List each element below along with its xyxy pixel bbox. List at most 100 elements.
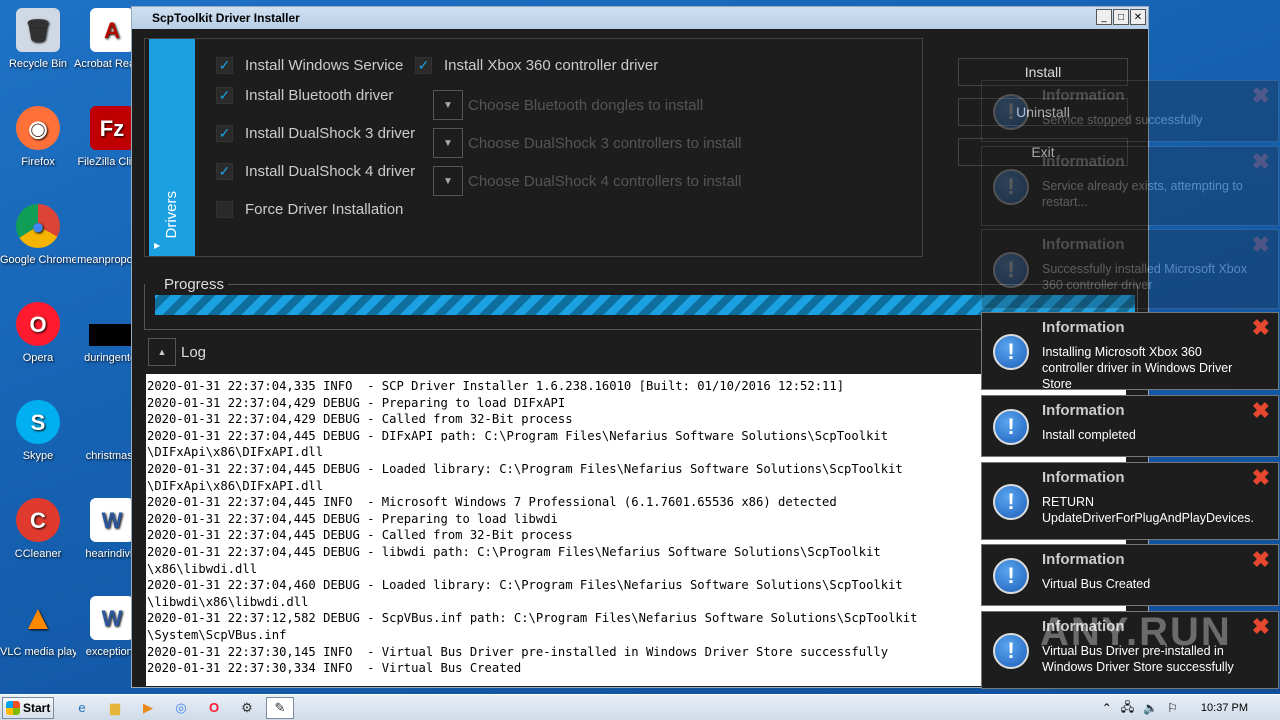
collapse-log-button[interactable]: ▲ [148,338,176,366]
notification-message: Installing Microsoft Xbox 360 controller… [1042,345,1233,391]
ccleaner-icon: C [16,498,60,542]
checkbox-install-bluetooth-driver[interactable]: ✓ Install Bluetooth driver [216,87,393,104]
chevron-down-icon[interactable]: ▼ [433,128,463,158]
desktop-icon-firefox[interactable]: ◉ Firefox [0,106,76,169]
checkbox-install-ds3-driver[interactable]: ✓ Install DualShock 3 driver [216,125,415,142]
log-line: \x86\libwdi.dll [147,561,258,576]
log-line: 2020-01-31 22:37:04,429 DEBUG - Preparin… [147,395,566,410]
close-icon[interactable]: ✖ [1252,234,1270,256]
notification-title: Information [1042,236,1125,253]
desktop-icon-chrome[interactable]: ● Google Chrome [0,204,76,267]
notification-message: Virtual Bus Created [1042,577,1151,591]
notification-toast[interactable]: ! Information Installing Microsoft Xbox 36… [981,312,1279,391]
word-doc-icon: W [90,498,134,542]
word-doc-icon: W [90,596,134,640]
dropdown-ds4-controllers[interactable]: ▼ Choose DualShock 4 controllers to inst… [433,166,741,196]
log-line: 2020-01-31 22:37:30,334 INFO - Virtual B… [147,661,522,676]
opera-icon[interactable]: O [200,697,228,719]
start-button[interactable]: Start [2,696,54,719]
close-icon[interactable]: ✖ [1252,616,1270,638]
info-icon: ! [993,252,1029,288]
close-icon[interactable]: ✖ [1252,317,1270,339]
notification-toast[interactable]: ! Information Virtual Bus Created ✖ [981,544,1279,606]
file-icon [90,204,134,248]
log-line: 2020-01-31 22:37:04,445 INFO - Microsoft… [147,495,837,510]
checkbox-force-driver-installation[interactable]: Force Driver Installation [216,201,403,218]
checkmark-icon: ✓ [216,57,233,74]
checkbox-install-xbox360-driver[interactable]: ✓ Install Xbox 360 controller driver [415,57,658,74]
scptoolkit-icon[interactable]: ⚙ [233,697,261,719]
vlc-icon: ▲ [21,598,55,637]
notification-toast[interactable]: ! Information Successfully installed Micro… [981,229,1279,309]
maximize-button[interactable]: □ [1113,9,1129,25]
explorer-icon[interactable]: ▆ [101,697,129,719]
desktop-icon-recycle-bin[interactable]: 🗑 Recycle Bin [0,8,76,71]
watermark: ANY.RUN [1040,610,1232,654]
log-line: 2020-01-31 22:37:30,145 INFO - Virtual B… [147,644,889,659]
unchecked-box [216,201,233,218]
file-icon [90,400,134,444]
notification-toast[interactable]: ! Information RETURN UpdateDriverForPlugAn… [981,462,1279,540]
info-icon: ! [993,334,1029,370]
opera-icon: O [16,302,60,346]
checkmark-icon: ✓ [216,87,233,104]
log-line: 2020-01-31 22:37:04,445 DEBUG - Loaded l… [147,461,903,476]
notification-message: RETURN UpdateDriverForPlugAndPlayDevices… [1042,495,1254,525]
checkbox-install-windows-service[interactable]: ✓ Install Windows Service [216,57,403,74]
log-line: 2020-01-31 22:37:04,429 DEBUG - Called f… [147,412,573,427]
chevron-down-icon[interactable]: ▼ [433,166,463,196]
notification-message: Service stopped successfully [1042,113,1203,127]
log-textbox[interactable]: 2020-01-31 22:37:04,335 INFO - SCP Drive… [146,374,1126,686]
desktop-icon-ccleaner[interactable]: C CCleaner [0,498,76,561]
notification-toast[interactable]: ! Information Service stopped successfully… [981,80,1279,142]
system-tray: ⌃ 🖧 🔈 ⚐ 10:37 PM [1102,695,1280,720]
dropdown-ds3-controllers[interactable]: ▼ Choose DualShock 3 controllers to inst… [433,128,741,158]
close-icon[interactable]: ✖ [1252,400,1270,422]
dropdown-bluetooth-dongles[interactable]: ▼ Choose Bluetooth dongles to install [433,90,703,120]
window-titlebar[interactable]: ScpToolkit Driver Installer [132,7,1148,29]
window-controls: _ □ ✕ [1096,9,1146,25]
log-line: \DIFxApi\x86\DIFxAPI.dll [147,445,324,460]
drivers-panel: Drivers ▶ ✓ Install Windows Service ✓ In… [144,38,923,257]
installer-icon[interactable]: ✎ [266,696,294,719]
desktop-icon-skype[interactable]: S Skype [0,400,76,463]
drivers-tab[interactable]: Drivers ▶ [149,39,195,256]
close-button[interactable]: ✕ [1130,9,1146,25]
log-line: 2020-01-31 22:37:04,445 DEBUG - Preparin… [147,511,558,526]
close-icon[interactable]: ✖ [1252,467,1270,489]
info-icon: ! [993,169,1029,205]
desktop-icon-opera[interactable]: O Opera [0,302,76,365]
info-icon: ! [993,94,1029,130]
checkmark-icon: ✓ [415,57,432,74]
volume-icon[interactable]: 🔈 [1143,701,1158,715]
notification-title: Information [1042,153,1125,170]
log-line: 2020-01-31 22:37:04,335 INFO - SCP Drive… [147,379,845,393]
log-label: Log [181,343,207,361]
log-line: \libwdi\x86\libwdi.dll [147,594,309,609]
notification-message: Successfully installed Microsoft Xbox 36… [1042,262,1247,292]
filezilla-icon: Fz [90,106,134,150]
media-player-icon[interactable]: ▶ [134,697,162,719]
recycle-bin-icon: 🗑 [16,8,60,52]
ie-icon[interactable]: e [68,697,96,719]
minimize-button[interactable]: _ [1096,9,1112,25]
close-icon[interactable]: ✖ [1252,549,1270,571]
chrome-icon[interactable]: ◎ [167,697,195,719]
close-icon[interactable]: ✖ [1252,151,1270,173]
file-icon [89,324,135,346]
show-hidden-icons-icon[interactable]: ⌃ [1102,701,1112,715]
clock[interactable]: 10:37 PM [1201,702,1248,714]
drivers-tab-label: Drivers [163,190,180,239]
network-icon[interactable]: 🖧 [1121,698,1134,719]
log-line: 2020-01-31 22:37:12,582 DEBUG - ScpVBus.… [147,611,918,626]
notification-toast[interactable]: ! Information Service already exists, atte… [981,146,1279,226]
action-center-flag-icon[interactable]: ⚐ [1167,701,1178,715]
notification-toast[interactable]: ! Information Install completed ✖ [981,395,1279,457]
checkbox-install-ds4-driver[interactable]: ✓ Install DualShock 4 driver [216,163,415,180]
log-line: 2020-01-31 22:37:04,445 DEBUG - libwdi p… [147,544,881,559]
close-icon[interactable]: ✖ [1252,85,1270,107]
skype-icon: S [16,400,60,444]
log-line: 2020-01-31 22:37:04,445 DEBUG - Called f… [147,528,573,543]
chevron-down-icon[interactable]: ▼ [433,90,463,120]
desktop-icon-vlc[interactable]: ▲ VLC media player [0,596,76,659]
